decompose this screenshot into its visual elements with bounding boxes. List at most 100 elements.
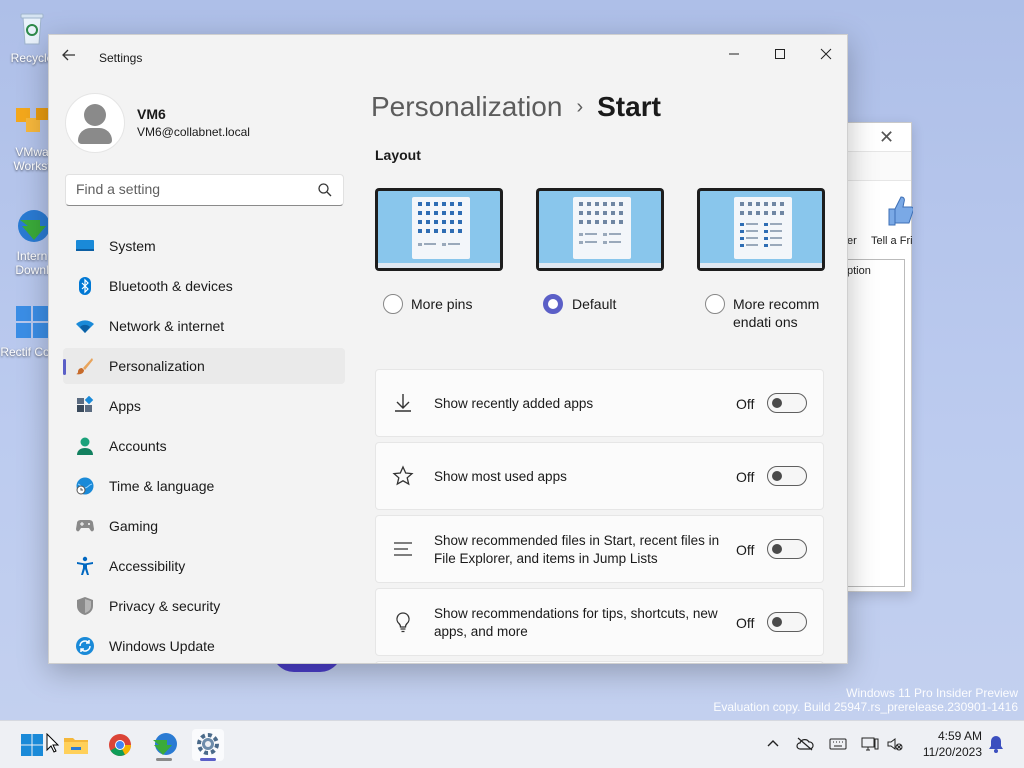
taskbar-settings[interactable] (192, 729, 224, 761)
user-name: VM6 (137, 106, 166, 122)
sidebar-item-apps[interactable]: Apps (63, 388, 345, 424)
close-button[interactable] (803, 41, 847, 69)
keyboard-icon (829, 738, 847, 750)
idm-icon (12, 206, 52, 246)
idm-icon (153, 733, 177, 755)
folder-icon (64, 738, 88, 754)
layout-radio-default[interactable] (543, 294, 563, 314)
layout-preview-more-pins[interactable] (375, 188, 503, 271)
sidebar-item-accounts[interactable]: Accounts (63, 428, 345, 464)
windows-update-icon (76, 637, 94, 655)
background-window-panel (847, 259, 905, 587)
user-email: VM6@collabnet.local (137, 125, 250, 139)
taskbar: 4:59 AM 11/20/2023 (0, 720, 1024, 768)
shield-icon (77, 597, 93, 615)
toggle-tips-recommendations[interactable] (767, 612, 807, 632)
gaming-icon (76, 520, 94, 532)
toggle-state: Off (736, 615, 755, 631)
show-hidden-icons-button[interactable] (766, 737, 780, 754)
layout-radio-more-recommendations[interactable] (705, 294, 725, 314)
sidebar-item-label: Accessibility (109, 558, 186, 574)
sidebar-item-label: Windows Update (109, 638, 215, 654)
sidebar-item-label: System (109, 238, 156, 254)
sidebar-item-windows-update[interactable]: Windows Update (63, 628, 345, 663)
toggle-state: Off (736, 542, 755, 558)
search-box[interactable] (65, 174, 344, 206)
sidebar-item-label: Network & internet (109, 318, 225, 334)
sidebar-item-time-language[interactable]: Time & language (63, 468, 345, 504)
taskbar-preview (700, 263, 822, 268)
sidebar-item-network[interactable]: Network & internet (63, 308, 345, 344)
vmware-icon (12, 102, 52, 142)
background-window-label: er (847, 235, 857, 247)
layout-preview-more-recommendations[interactable] (697, 188, 825, 271)
bell-icon (989, 736, 1003, 753)
sidebar-item-label: Gaming (109, 518, 159, 534)
start-menu-preview (573, 197, 631, 259)
maximize-button[interactable] (757, 41, 803, 69)
layout-preview-screen (700, 191, 822, 268)
sidebar-item-gaming[interactable]: Gaming (63, 508, 345, 544)
clock[interactable]: 4:59 AM 11/20/2023 (923, 728, 982, 760)
taskbar-preview (539, 263, 661, 268)
download-icon (395, 394, 411, 412)
taskbar-idm[interactable] (148, 729, 180, 761)
sidebar-item-accessibility[interactable]: Accessibility (63, 548, 345, 584)
sidebar-item-label: Accounts (109, 438, 167, 454)
sidebar-item-privacy-security[interactable]: Privacy & security (63, 588, 345, 624)
toggle-recommended-files[interactable] (767, 539, 807, 559)
breadcrumb: Personalization › Start (371, 91, 661, 123)
title-bar: Settings (49, 35, 847, 81)
avatar[interactable] (65, 93, 125, 153)
recycle-bin-icon (12, 8, 52, 48)
setting-label: Show recently added apps (434, 396, 594, 411)
start-button[interactable] (16, 729, 48, 761)
background-window-toolbar (847, 151, 911, 181)
search-input[interactable] (76, 181, 306, 197)
toggle-recently-added-apps[interactable] (767, 393, 807, 413)
close-icon (820, 48, 832, 60)
page-title: Start (597, 91, 661, 122)
clock-time: 4:59 AM (937, 729, 982, 743)
onedrive-tray-button[interactable] (796, 737, 814, 754)
background-window-label: Tell a Fri (871, 235, 913, 247)
sidebar-item-personalization[interactable]: Personalization (63, 348, 345, 384)
keyboard-tray-button[interactable] (829, 737, 847, 754)
desktop-icon-label: VMwa Workst (13, 145, 51, 173)
bluetooth-icon (79, 277, 91, 295)
background-window-close-button[interactable]: ✕ (879, 127, 894, 148)
volume-tray-button[interactable] (886, 737, 904, 754)
setting-row-most-used: Show most used apps Off (375, 442, 824, 510)
sidebar-item-bluetooth[interactable]: Bluetooth & devices (63, 268, 345, 304)
background-window-label: ption (847, 265, 871, 277)
running-indicator (156, 758, 172, 761)
back-button[interactable] (61, 47, 85, 69)
setting-label: Show most used apps (434, 469, 567, 484)
lightbulb-icon (396, 612, 410, 633)
sidebar-item-system[interactable]: System (63, 228, 345, 264)
network-tray-button[interactable] (861, 737, 879, 754)
setting-label: Show recommended files in Start, recent … (434, 533, 720, 566)
taskbar-file-explorer[interactable] (60, 729, 92, 761)
accounts-icon (77, 437, 93, 455)
notifications-button[interactable] (988, 735, 1004, 756)
list-icon (394, 542, 412, 556)
time-language-icon (76, 477, 94, 495)
minimize-button[interactable] (711, 41, 757, 69)
setting-row-next (375, 661, 824, 663)
layout-preview-default[interactable] (536, 188, 664, 271)
clock-date: 11/20/2023 (922, 745, 982, 759)
minimize-icon (729, 53, 739, 55)
back-arrow-icon (62, 49, 75, 61)
toggle-most-used-apps[interactable] (767, 466, 807, 486)
layout-radio-more-pins[interactable] (383, 294, 403, 314)
breadcrumb-parent[interactable]: Personalization (371, 91, 562, 122)
chrome-icon (109, 734, 131, 756)
sidebar-item-label: Apps (109, 398, 141, 414)
taskbar-preview (378, 263, 500, 268)
desktop-icon-label: Intern Downl (15, 249, 49, 277)
layout-option-label: More recommendati ons (733, 296, 820, 330)
start-menu-preview (412, 197, 470, 259)
background-window[interactable]: ✕ er Tell a Fri ption (846, 122, 914, 592)
taskbar-chrome[interactable] (104, 729, 136, 761)
